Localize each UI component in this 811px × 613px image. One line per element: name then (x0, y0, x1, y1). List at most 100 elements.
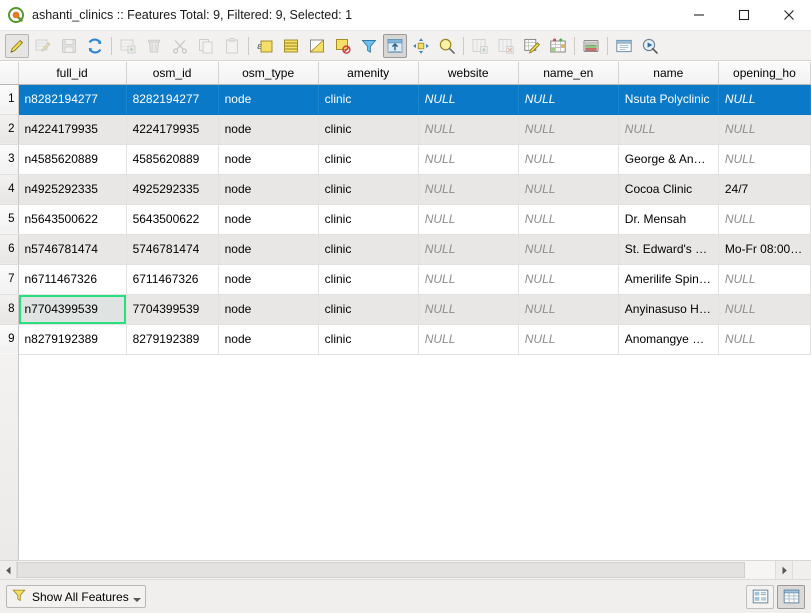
actions-button[interactable] (638, 34, 662, 58)
dock-undock-button[interactable] (612, 34, 636, 58)
cell-opening_ho[interactable]: NULL (718, 324, 811, 355)
table-corner-header[interactable] (0, 62, 19, 85)
cell-name[interactable]: St. Edward's Cli… (618, 234, 719, 265)
cell-full_id[interactable]: n4585620889 (18, 144, 127, 175)
table-view-button[interactable] (777, 584, 805, 609)
cell-name_en[interactable]: NULL (518, 174, 619, 205)
attribute-table-view[interactable]: full_id osm_id osm_type amenity website … (0, 61, 811, 560)
cell-website[interactable]: NULL (418, 234, 519, 265)
cell-amenity[interactable]: clinic (318, 144, 419, 175)
cell-website[interactable]: NULL (418, 204, 519, 235)
cell-amenity[interactable]: clinic (318, 174, 419, 205)
cell-website[interactable]: NULL (418, 264, 519, 295)
cell-name[interactable]: George & Ange… (618, 144, 719, 175)
copy-features-button[interactable] (194, 34, 218, 58)
cell-opening_ho[interactable]: NULL (718, 294, 811, 325)
column-header-osm_type[interactable]: osm_type (218, 62, 319, 85)
scroll-left-arrow[interactable] (0, 561, 17, 579)
table-row[interactable]: 1 n8282194277 8282194277 node clinic NULL NULL… (0, 84, 811, 115)
add-feature-button[interactable] (116, 34, 140, 58)
cell-full_id[interactable]: n7704399539 (18, 294, 127, 325)
cell-amenity[interactable]: clinic (318, 294, 419, 325)
cell-name_en[interactable]: NULL (518, 324, 619, 355)
multi-edit-button[interactable] (31, 34, 55, 58)
open-field-calculator-button[interactable] (520, 34, 544, 58)
row-number[interactable]: 5 (0, 204, 19, 235)
cell-name_en[interactable]: NULL (518, 144, 619, 175)
cell-opening_ho[interactable]: NULL (718, 84, 811, 115)
cell-opening_ho[interactable]: NULL (718, 204, 811, 235)
column-header-amenity[interactable]: amenity (318, 62, 419, 85)
cell-website[interactable]: NULL (418, 84, 519, 115)
column-header-website[interactable]: website (418, 62, 519, 85)
table-row[interactable]: 2 n4224179935 4224179935 node clinic NULL NULL… (0, 114, 811, 145)
cell-name[interactable]: Anomangye Sp… (618, 324, 719, 355)
cell-osm_id[interactable]: 5643500622 (126, 204, 219, 235)
reload-table-button[interactable] (83, 34, 107, 58)
cell-amenity[interactable]: clinic (318, 264, 419, 295)
cell-osm_type[interactable]: node (218, 234, 319, 265)
cell-osm_type[interactable]: node (218, 114, 319, 145)
column-header-opening_ho[interactable]: opening_ho (718, 62, 811, 85)
table-row[interactable]: 9 n8279192389 8279192389 node clinic NULL NULL… (0, 324, 811, 355)
cell-website[interactable]: NULL (418, 114, 519, 145)
cell-osm_id[interactable]: 7704399539 (126, 294, 219, 325)
cell-name_en[interactable]: NULL (518, 234, 619, 265)
cell-osm_type[interactable]: node (218, 264, 319, 295)
cell-name[interactable]: Nsuta Polyclinic (618, 84, 719, 115)
cell-website[interactable]: NULL (418, 144, 519, 175)
save-edits-button[interactable] (57, 34, 81, 58)
cell-full_id[interactable]: n8282194277 (18, 84, 127, 115)
delete-selected-button[interactable] (142, 34, 166, 58)
cell-full_id[interactable]: n5746781474 (18, 234, 127, 265)
cell-name[interactable]: NULL (618, 114, 719, 145)
cell-amenity[interactable]: clinic (318, 114, 419, 145)
cell-name_en[interactable]: NULL (518, 114, 619, 145)
cell-full_id[interactable]: n4224179935 (18, 114, 127, 145)
cell-name[interactable]: Cocoa Clinic (618, 174, 719, 205)
cell-opening_ho[interactable]: NULL (718, 144, 811, 175)
cell-name_en[interactable]: NULL (518, 264, 619, 295)
select-all-button[interactable] (279, 34, 303, 58)
cell-website[interactable]: NULL (418, 294, 519, 325)
row-number[interactable]: 1 (0, 84, 19, 115)
cell-website[interactable]: NULL (418, 324, 519, 355)
table-row[interactable]: 7 n6711467326 6711467326 node clinic NULL NULL… (0, 264, 811, 295)
cell-name_en[interactable]: NULL (518, 204, 619, 235)
new-field-button[interactable] (468, 34, 492, 58)
cell-name[interactable]: Amerilife Spine … (618, 264, 719, 295)
cell-full_id[interactable]: n6711467326 (18, 264, 127, 295)
pan-to-selection-button[interactable] (409, 34, 433, 58)
select-by-expression-button[interactable]: ε (253, 34, 277, 58)
show-all-features-button[interactable]: Show All Features (6, 585, 146, 608)
cell-osm_type[interactable]: node (218, 174, 319, 205)
table-row[interactable]: 4 n4925292335 4925292335 node clinic NULL NULL… (0, 174, 811, 205)
invert-selection-button[interactable] (305, 34, 329, 58)
cell-amenity[interactable]: clinic (318, 84, 419, 115)
minimize-button[interactable] (676, 0, 721, 30)
row-number[interactable]: 7 (0, 264, 19, 295)
cell-osm_id[interactable]: 4585620889 (126, 144, 219, 175)
toggle-editing-button[interactable] (5, 33, 29, 58)
table-row[interactable]: 8 n7704399539 7704399539 node clinic NULL NULL… (0, 294, 811, 325)
cut-features-button[interactable] (168, 34, 192, 58)
horizontal-scroll-track[interactable] (17, 561, 775, 579)
column-header-osm_id[interactable]: osm_id (126, 62, 219, 85)
table-row[interactable]: 3 n4585620889 4585620889 node clinic NULL NULL… (0, 144, 811, 175)
cell-osm_id[interactable]: 8279192389 (126, 324, 219, 355)
row-number[interactable]: 2 (0, 114, 19, 145)
cell-opening_ho[interactable]: NULL (718, 114, 811, 145)
table-row[interactable]: 6 n5746781474 5746781474 node clinic NULL NULL… (0, 234, 811, 265)
horizontal-scrollbar[interactable] (0, 561, 792, 579)
conditional-formatting-button[interactable] (546, 34, 570, 58)
row-number[interactable]: 4 (0, 174, 19, 205)
deselect-all-button[interactable] (331, 34, 355, 58)
cell-opening_ho[interactable]: 24/7 (718, 174, 811, 205)
move-selection-to-top-button[interactable] (383, 33, 407, 58)
organize-columns-button[interactable] (579, 34, 603, 58)
row-number[interactable]: 9 (0, 324, 19, 355)
filter-selection-button[interactable] (357, 34, 381, 58)
cell-osm_id[interactable]: 5746781474 (126, 234, 219, 265)
cell-osm_id[interactable]: 6711467326 (126, 264, 219, 295)
cell-name_en[interactable]: NULL (518, 294, 619, 325)
